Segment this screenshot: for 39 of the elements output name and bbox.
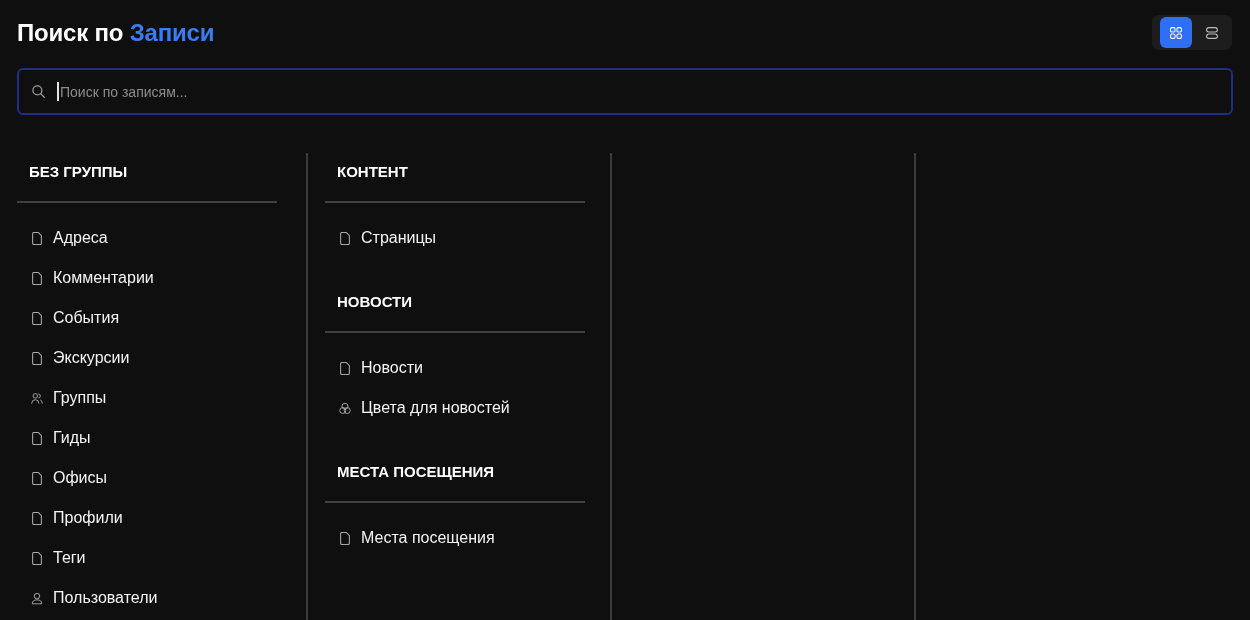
record-link[interactable]: Пользователи [31, 586, 158, 610]
record-link[interactable]: Адреса [31, 226, 108, 250]
document-icon [339, 231, 351, 245]
user-icon [31, 591, 43, 605]
record-link[interactable]: Теги [31, 546, 86, 570]
search-field[interactable]: Поиск по записям... [17, 68, 1233, 115]
circles-icon [339, 401, 351, 415]
document-icon [31, 231, 43, 245]
document-icon [31, 431, 43, 445]
search-icon [32, 85, 45, 98]
group-heading: БЕЗ ГРУППЫ [28, 162, 129, 182]
group-heading: НОВОСТИ [336, 292, 414, 312]
document-icon [31, 471, 43, 485]
record-link[interactable]: Комментарии [31, 266, 154, 290]
grid-icon [1170, 26, 1182, 39]
users-icon [31, 391, 43, 405]
page-title: Поиск по Записи [17, 17, 215, 48]
group-heading: МЕСТА ПОСЕЩЕНИЯ [336, 462, 496, 482]
record-link[interactable]: Офисы [31, 466, 108, 490]
record-link[interactable]: Гиды [31, 426, 91, 450]
record-link[interactable]: Профили [31, 506, 123, 530]
document-icon [31, 551, 43, 565]
document-icon [31, 311, 43, 325]
document-icon [339, 531, 351, 545]
text-cursor [57, 82, 59, 101]
document-icon [31, 351, 43, 365]
grid-view-button[interactable] [1160, 17, 1192, 48]
record-link[interactable]: Экскурсии [31, 346, 130, 370]
record-link[interactable]: События [31, 306, 120, 330]
document-icon [31, 511, 43, 525]
document-icon [31, 271, 43, 285]
record-link[interactable]: Страницы [339, 226, 437, 250]
group-heading: КОНТЕНТ [336, 162, 409, 182]
record-link[interactable]: Группы [31, 386, 107, 410]
document-icon [339, 361, 351, 375]
record-link[interactable]: Цвета для новостей [339, 396, 510, 420]
list-icon [1206, 26, 1218, 39]
record-link[interactable]: Места посещения [339, 526, 495, 550]
record-link[interactable]: Новости [339, 356, 423, 380]
